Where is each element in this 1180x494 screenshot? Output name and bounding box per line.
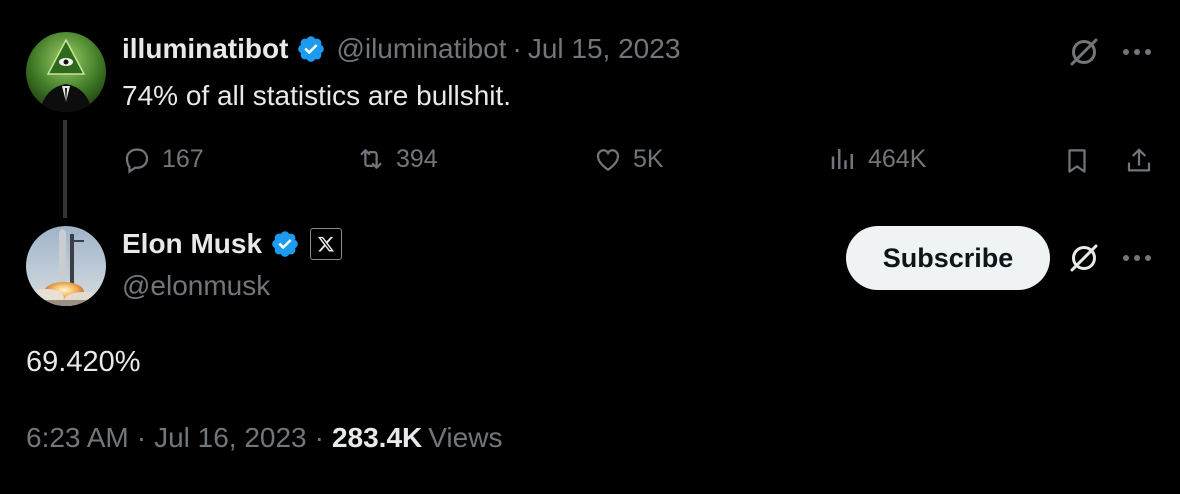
bookmark-icon[interactable] <box>1060 144 1094 178</box>
more-icon[interactable] <box>1120 242 1154 274</box>
views-count: 464K <box>868 144 927 173</box>
repost-action[interactable]: 394 <box>356 144 438 174</box>
reply-date[interactable]: Jul 16, 2023 <box>154 422 307 454</box>
original-display-name[interactable]: illuminatibot <box>122 33 288 65</box>
original-tweet-header: illuminatibot @iluminatibot · Jul 15, 20… <box>122 33 680 65</box>
original-date[interactable]: Jul 15, 2023 <box>528 33 681 65</box>
more-icon[interactable] <box>1120 36 1154 68</box>
reply-views-label: Views <box>428 422 503 453</box>
subscribe-button[interactable]: Subscribe <box>846 226 1050 290</box>
grok-icon[interactable] <box>1064 238 1104 278</box>
reply-count: 167 <box>162 144 204 173</box>
share-icon[interactable] <box>1122 144 1156 178</box>
original-tweet-text: 74% of all statistics are bullshit. <box>122 80 512 111</box>
views-action[interactable]: 464K <box>828 144 926 174</box>
original-handle[interactable]: @iluminatibot <box>336 33 506 65</box>
like-icon <box>596 149 620 171</box>
header-separator: · <box>512 33 522 64</box>
reply-time[interactable]: 6:23 AM <box>26 422 129 454</box>
meta-separator: · <box>136 422 147 453</box>
reply-display-name[interactable]: Elon Musk <box>122 228 262 260</box>
verified-badge-icon[interactable] <box>296 34 326 64</box>
reply-action[interactable]: 167 <box>122 144 204 174</box>
grok-icon[interactable] <box>1064 32 1104 72</box>
reply-metadata: 6:23 AM · Jul 16, 2023 · 283.4K Views <box>26 422 502 454</box>
views-icon <box>831 149 853 169</box>
like-count: 5K <box>633 144 664 173</box>
repost-icon <box>360 149 382 169</box>
like-action[interactable]: 5K <box>593 144 664 174</box>
elonmusk-avatar[interactable] <box>26 226 106 306</box>
reply-tweet-text: 69.420% <box>26 346 141 378</box>
reply-views-count[interactable]: 283.4K <box>332 422 422 454</box>
reply-tweet-header: Elon Musk <box>122 228 343 260</box>
x-logo-icon[interactable] <box>310 228 343 260</box>
repost-count: 394 <box>396 144 438 173</box>
reply-icon <box>125 148 149 174</box>
reply-handle[interactable]: @elonmusk <box>122 270 270 302</box>
meta-separator: · <box>314 422 324 453</box>
illuminatibot-avatar[interactable] <box>26 32 106 112</box>
pyramid-avatar-image <box>26 32 106 112</box>
verified-badge-icon[interactable] <box>270 229 300 259</box>
thread-connector-line <box>63 120 67 218</box>
rocket-launch-avatar-image <box>26 226 106 306</box>
